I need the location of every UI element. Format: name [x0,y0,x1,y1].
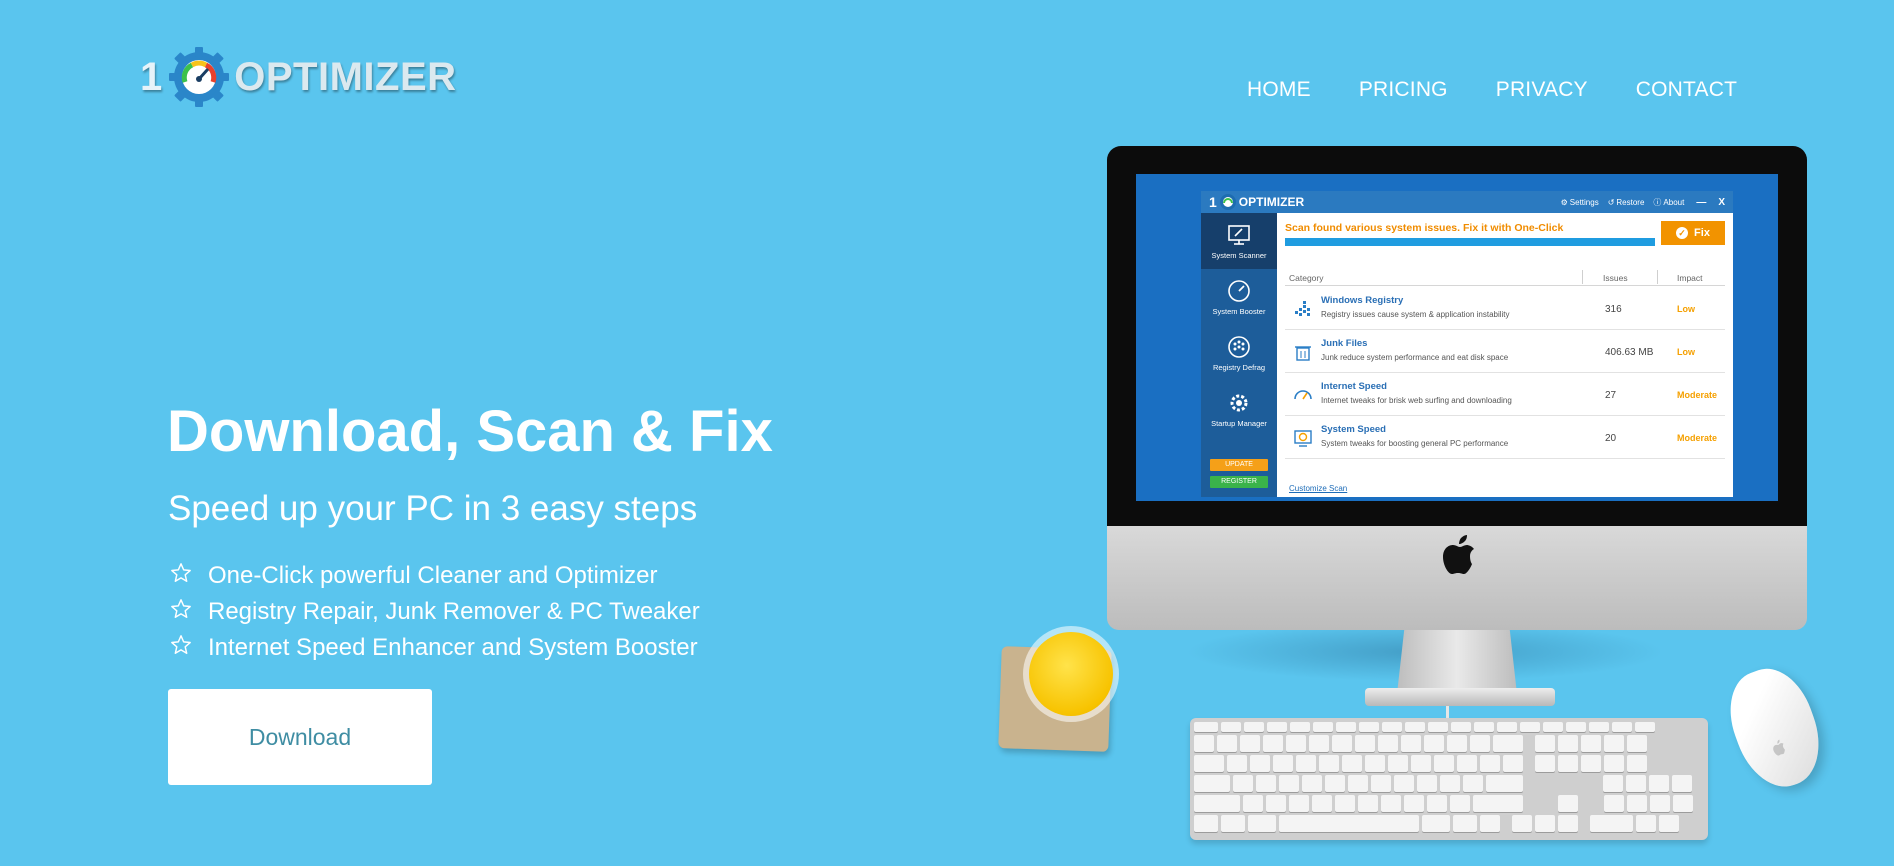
sidebar-item-system-booster[interactable]: System Booster [1201,269,1277,325]
logo-text: OPTIMIZER [234,54,457,99]
star-icon [171,599,191,618]
feature-item: Internet Speed Enhancer and System Boost… [170,630,700,666]
apple-logo-icon [1443,535,1474,574]
logo-number: 1 [140,54,163,99]
hero-subtitle: Speed up your PC in 3 easy steps [168,489,698,528]
trash-icon [1295,346,1311,361]
app-sidebar: System Scanner System Booster Registry D… [1201,213,1277,497]
table-row[interactable]: Internet Speed Internet tweaks for brisk… [1285,373,1725,416]
row-impact: Moderate [1677,390,1718,400]
app-main-panel: Scan found various system issues. Fix it… [1277,213,1733,497]
register-button[interactable]: REGISTER [1210,476,1268,488]
row-name: Windows Registry [1321,295,1404,306]
settings-menu[interactable]: ⚙ Settings [1561,198,1599,207]
feature-text: One-Click powerful Cleaner and Optimizer [208,562,658,589]
feature-item: Registry Repair, Junk Remover & PC Tweak… [170,594,700,630]
table-row[interactable]: Windows Registry Registry issues cause s… [1285,287,1725,330]
app-titlebar: 1 OPTIMIZER ⚙ Settings ↺ Restore ⓘ About — … [1201,191,1733,213]
speedometer-icon [1228,280,1250,302]
restore-icon: ↺ [1607,197,1615,207]
feature-list: One-Click powerful Cleaner and Optimizer… [170,558,700,666]
table-row[interactable]: Junk Files Junk reduce system performanc… [1285,330,1725,373]
feature-text: Registry Repair, Junk Remover & PC Tweak… [208,598,700,625]
row-impact: Moderate [1677,433,1718,443]
row-impact: Low [1677,304,1695,314]
customize-scan-link[interactable]: Customize Scan [1289,484,1347,493]
nav-contact[interactable]: CONTACT [1636,78,1737,102]
imac-stand-foot [1365,688,1555,706]
row-issues: 27 [1605,390,1617,401]
row-name: Internet Speed [1321,381,1387,392]
sidebar-item-label: System Booster [1212,307,1266,316]
column-impact: Impact [1677,273,1703,283]
app-window: 1 OPTIMIZER ⚙ Settings ↺ Restore ⓘ About — … [1201,191,1733,497]
row-issues: 316 [1605,304,1622,315]
star-icon [171,635,191,654]
about-menu[interactable]: ⓘ About [1653,197,1684,208]
download-button[interactable]: Download [168,689,432,785]
row-issues: 20 [1605,433,1617,444]
results-table-header: Category Issues Impact [1285,270,1725,286]
nav-privacy[interactable]: PRIVACY [1496,78,1588,102]
hero-title: Download, Scan & Fix [167,399,773,464]
site-logo[interactable]: 1 OPTIMIZER [140,44,457,110]
sidebar-item-label: System Scanner [1211,251,1267,260]
star-icon [171,563,191,582]
gear-speedometer-icon [1219,194,1236,210]
fix-label: Fix [1694,227,1710,239]
row-desc: System tweaks for boosting general PC pe… [1321,439,1509,448]
main-nav: HOME PRICING PRIVACY CONTACT [1247,78,1737,102]
magic-mouse [1716,657,1834,799]
disk-icon [1228,336,1250,358]
imac-stand [1397,630,1517,694]
sidebar-item-startup-manager[interactable]: Startup Manager [1201,381,1277,437]
gear-speedometer-icon [169,47,230,107]
check-icon: ✓ [1676,227,1689,239]
info-icon: ⓘ [1653,197,1662,207]
update-button[interactable]: UPDATE [1210,459,1268,471]
gear-icon: ⚙ [1560,197,1568,207]
product-scene: 1 OPTIMIZER ⚙ Settings ↺ Restore ⓘ About — … [995,140,1875,860]
scan-message: Scan found various system issues. Fix it… [1285,222,1564,234]
column-category: Category [1289,273,1324,283]
monitor-icon [1228,225,1250,245]
internet-speed-icon [1294,390,1312,400]
feature-text: Internet Speed Enhancer and System Boost… [208,634,698,661]
close-button[interactable]: X [1718,197,1725,208]
apple-logo-icon [1773,739,1785,756]
row-desc: Junk reduce system performance and eat d… [1321,353,1509,362]
row-desc: Registry issues cause system & applicati… [1321,310,1510,319]
nav-home[interactable]: HOME [1247,78,1311,102]
row-desc: Internet tweaks for brisk web surfing an… [1321,396,1512,405]
sidebar-item-label: Startup Manager [1211,419,1267,428]
app-title-number: 1 [1209,194,1217,210]
column-issues: Issues [1603,273,1628,283]
row-name: System Speed [1321,424,1386,435]
row-name: Junk Files [1321,338,1368,349]
sidebar-item-label: Registry Defrag [1212,363,1266,372]
fix-button[interactable]: ✓ Fix [1661,221,1725,245]
orange-juice [1029,632,1113,716]
registry-icon [1295,301,1310,316]
minimize-button[interactable]: — [1696,197,1706,208]
sidebar-item-system-scanner[interactable]: System Scanner [1201,213,1277,269]
nav-pricing[interactable]: PRICING [1359,78,1448,102]
keyboard [1190,718,1708,840]
restore-menu[interactable]: ↺ Restore [1608,198,1645,207]
sidebar-item-registry-defrag[interactable]: Registry Defrag [1201,325,1277,381]
scan-progress-bar [1285,238,1655,246]
table-row[interactable]: System Speed System tweaks for boosting … [1285,416,1725,459]
system-speed-icon [1294,430,1312,447]
app-title-name: OPTIMIZER [1238,195,1305,209]
row-impact: Low [1677,347,1695,357]
row-issues: 406.63 MB [1605,347,1654,358]
gear-icon [1230,394,1248,412]
feature-item: One-Click powerful Cleaner and Optimizer [170,558,700,594]
